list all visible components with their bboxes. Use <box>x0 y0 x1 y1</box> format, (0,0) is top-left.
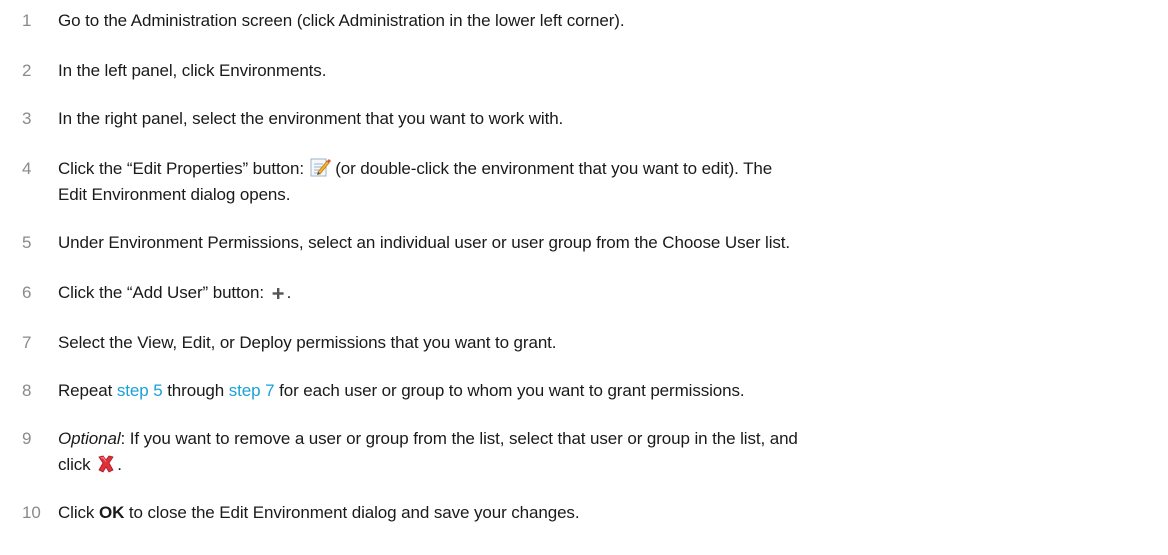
step-text: Click OK to close the Edit Environment d… <box>58 500 1160 525</box>
step-number: 9 <box>22 429 32 448</box>
step-text-before-bold: Click <box>58 503 95 522</box>
step-text: In the right panel, select the environme… <box>58 109 564 128</box>
add-user-icon <box>269 284 287 309</box>
step-text: Select the View, Edit, or Deploy permiss… <box>58 333 557 352</box>
step-text: In the left panel, click Environments. <box>58 61 327 80</box>
step-text-before-icon: Click the “Add User” button: <box>58 283 265 302</box>
step-text: Click the “Edit Properties” button: (or … <box>58 156 1160 185</box>
step-text-after-icon: . <box>286 283 292 302</box>
step-text-after-icon: (or double-click the environment that yo… <box>335 159 773 178</box>
step-number: 6 <box>22 283 32 302</box>
step-text-before-icon: Click the “Edit Properties” button: <box>58 159 304 178</box>
step-number: 10 <box>22 503 41 522</box>
procedure-steps: 1 Go to the Administration screen (click… <box>0 0 1168 555</box>
step-number: 5 <box>22 233 32 252</box>
remove-icon <box>95 454 117 481</box>
step-text-after-icon: . <box>117 455 122 474</box>
step-number: 7 <box>22 333 32 352</box>
step-text-line1: : If you want to remove a user or group … <box>120 429 798 448</box>
step-text-before-icon: click <box>58 455 91 474</box>
step-text-after-link: for each user or group to whom you want … <box>279 381 745 400</box>
step-text: Under Environment Permissions, select an… <box>58 233 791 252</box>
step-number: 3 <box>22 109 32 128</box>
step-text: Go to the Administration screen (click A… <box>58 11 625 30</box>
step-5-link[interactable]: step 5 <box>117 381 163 400</box>
step-text: Repeat step 5 through step 7 for each us… <box>58 378 1160 403</box>
step-number: 1 <box>22 11 32 30</box>
step-text: click . <box>58 452 1160 481</box>
step-7-link[interactable]: step 7 <box>229 381 275 400</box>
step-number: 4 <box>22 159 32 178</box>
optional-label: Optional <box>58 429 121 448</box>
step-text-before-link: Repeat <box>58 381 113 400</box>
ok-label: OK <box>98 503 125 522</box>
edit-properties-icon <box>309 156 331 185</box>
step-text: Optional: If you want to remove a user o… <box>58 426 1160 451</box>
step-text: Click the “Add User” button: . <box>58 280 1160 309</box>
step-number: 2 <box>22 61 32 80</box>
step-text-after-bold: to close the Edit Environment dialog and… <box>128 503 580 522</box>
step-number: 8 <box>22 381 32 400</box>
step-text-between-links: through <box>167 381 225 400</box>
step-text: Edit Environment dialog opens. <box>58 185 291 204</box>
